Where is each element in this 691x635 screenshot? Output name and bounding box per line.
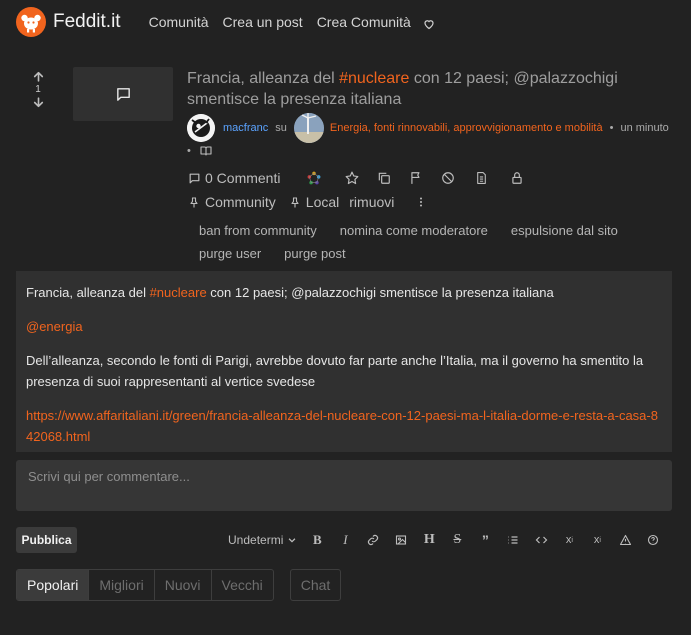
body-text-rest: con 12 paesi; @palazzochigi smentisce la…	[206, 285, 554, 300]
copy-icon[interactable]	[377, 171, 391, 185]
purge-user-button[interactable]: purge user	[199, 246, 261, 261]
ban-from-community-button[interactable]: ban from community	[199, 223, 317, 238]
comment-icon	[189, 173, 200, 183]
purge-post-button[interactable]: purge post	[284, 246, 345, 261]
editor-toolbar: Undetermi B I H S ” xi xi	[228, 531, 667, 549]
pin-local-button[interactable]: Local	[289, 194, 339, 210]
help-icon[interactable]	[639, 531, 667, 549]
post-meta: macfranc su Energia, fonti rinnovabili, …	[187, 113, 677, 143]
spoiler-warning-icon[interactable]	[611, 531, 639, 549]
chevron-down-icon	[289, 538, 296, 543]
body-mention-link[interactable]: @energia	[26, 319, 83, 334]
italic-icon[interactable]: I	[331, 531, 359, 549]
lemmy-logo-icon	[16, 7, 46, 37]
post-score: 1	[35, 84, 41, 95]
pin-community-label: Community	[205, 194, 276, 210]
chat-button[interactable]: Chat	[290, 569, 341, 601]
brand-link[interactable]: Feddit.it	[16, 7, 121, 37]
block-icon[interactable]	[441, 171, 455, 185]
subscript-icon[interactable]: xi	[555, 531, 583, 549]
star-icon[interactable]	[345, 171, 359, 185]
fediverse-icon[interactable]	[307, 171, 321, 185]
appoint-moderator-button[interactable]: nomina come moderatore	[340, 223, 488, 238]
bold-icon[interactable]: B	[303, 531, 331, 549]
body-hashtag-link[interactable]: #nucleare	[150, 285, 207, 300]
brand-name: Feddit.it	[53, 11, 121, 32]
post-actions-secondary: Community Local rimuovi	[188, 194, 427, 210]
pin-icon	[190, 196, 198, 207]
nav-link-communities[interactable]: Comunità	[149, 14, 209, 30]
community-avatar[interactable]	[293, 113, 324, 143]
post-meta-line2: •	[187, 145, 212, 157]
more-vertical-icon[interactable]	[415, 195, 427, 209]
book-open-icon[interactable]	[200, 145, 212, 157]
user-avatar[interactable]	[187, 114, 215, 142]
post-thumbnail[interactable]	[73, 67, 173, 121]
list-icon[interactable]	[499, 531, 527, 549]
meta-separator-2: •	[187, 145, 191, 157]
lock-icon[interactable]	[510, 171, 524, 185]
link-icon[interactable]	[359, 531, 387, 549]
pin-community-button[interactable]: Community	[188, 194, 276, 210]
post-actions: 0 Commenti	[188, 170, 524, 186]
on-label: su	[275, 122, 287, 134]
file-text-icon[interactable]	[475, 171, 488, 185]
comment-sort-tabs: Popolari Migliori Nuovi Vecchi	[16, 569, 274, 601]
heart-icon[interactable]	[423, 18, 435, 30]
pin-icon	[291, 196, 299, 207]
comments-label: 0 Commenti	[205, 170, 281, 186]
sort-tab-best[interactable]: Migliori	[88, 570, 153, 600]
pin-local-label: Local	[305, 194, 340, 210]
title-text: Francia, alleanza del	[187, 70, 340, 87]
image-icon[interactable]	[387, 531, 415, 549]
sort-tab-new[interactable]: Nuovi	[153, 570, 211, 600]
flag-icon[interactable]	[409, 171, 423, 185]
body-paragraph: Dell’alleanza, secondo le fonti di Parig…	[26, 353, 644, 389]
meta-separator: •	[609, 122, 614, 134]
downvote-arrow-icon[interactable]	[32, 96, 45, 109]
comments-link[interactable]: 0 Commenti	[188, 170, 280, 186]
comment-textarea[interactable]: Scrivi qui per commentare...	[16, 460, 672, 511]
navbar: Feddit.it Comunità Crea un post Crea Com…	[0, 0, 691, 44]
language-value: Undetermi	[228, 533, 284, 547]
heading-icon[interactable]: H	[415, 531, 443, 549]
message-square-icon	[116, 87, 130, 101]
community-link[interactable]: Energia, fonti rinnovabili, approvvigion…	[330, 122, 603, 134]
body-text: Francia, alleanza del	[26, 285, 150, 300]
post-title[interactable]: Francia, alleanza del #nucleare con 12 p…	[187, 68, 657, 110]
ban-from-site-button[interactable]: espulsione dal sito	[511, 223, 618, 238]
upvote-arrow-icon[interactable]	[32, 70, 45, 83]
quote-icon[interactable]: ”	[471, 531, 499, 549]
mod-actions-row-2: purge user purge post	[199, 246, 369, 261]
post-time: un minuto	[620, 122, 669, 134]
language-select[interactable]: Undetermi	[228, 533, 297, 547]
sort-tab-popular[interactable]: Popolari	[17, 570, 89, 600]
vote-column: 1	[28, 70, 48, 109]
nav-link-create-post[interactable]: Crea un post	[223, 14, 303, 30]
body-article-link[interactable]: https://www.affaritaliani.it/green/franc…	[26, 408, 658, 444]
mod-actions-row-1: ban from community nomina come moderator…	[199, 223, 641, 238]
superscript-icon[interactable]: xi	[583, 531, 611, 549]
body-line-1: Francia, alleanza del #nucleare con 12 p…	[26, 282, 662, 303]
strikethrough-icon[interactable]: S	[443, 531, 471, 549]
title-hashtag[interactable]: #nucleare	[339, 70, 409, 87]
code-icon[interactable]	[527, 531, 555, 549]
post-body: Francia, alleanza del #nucleare con 12 p…	[16, 271, 672, 452]
author-link[interactable]: macfranc	[223, 122, 268, 134]
publish-button[interactable]: Pubblica	[16, 527, 77, 553]
nav-link-create-community[interactable]: Crea Comunità	[317, 14, 411, 30]
sort-tab-old[interactable]: Vecchi	[210, 570, 273, 600]
remove-button[interactable]: rimuovi	[349, 194, 394, 210]
